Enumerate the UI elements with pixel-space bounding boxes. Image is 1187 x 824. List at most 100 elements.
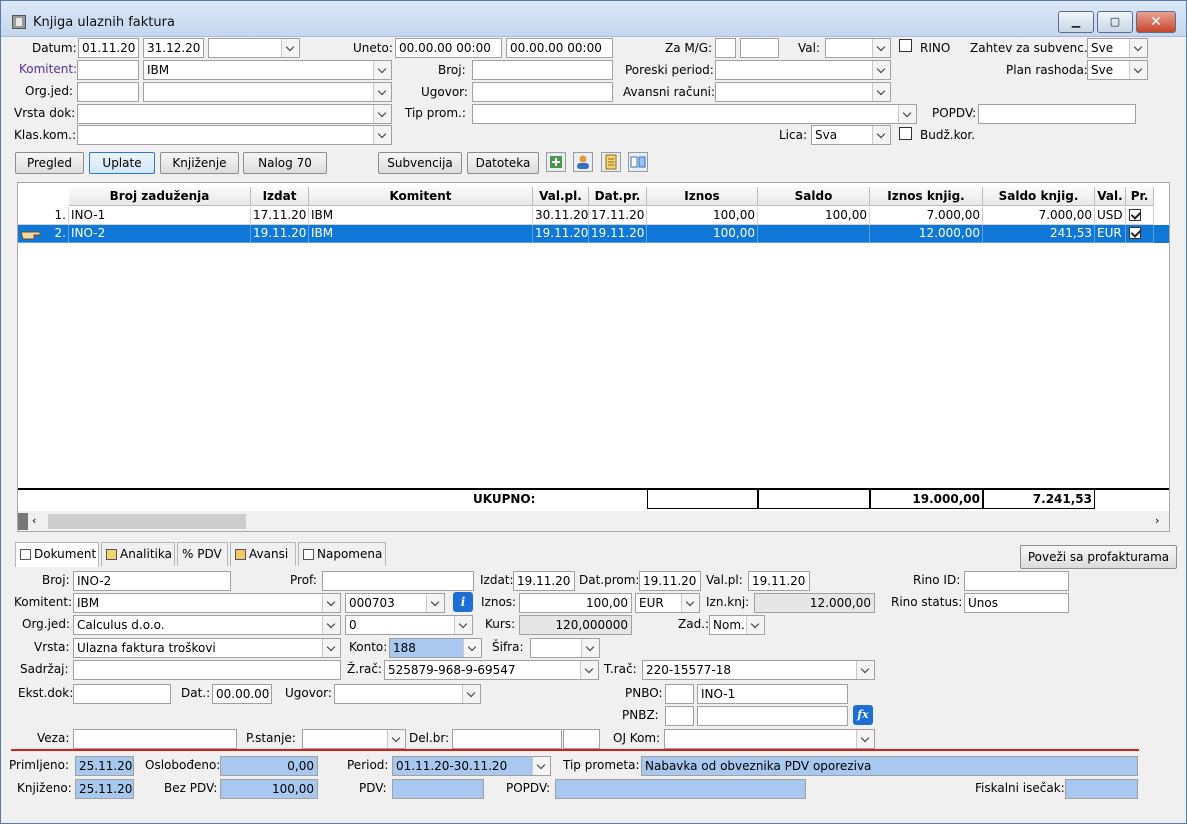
tab-avansi[interactable]: Avansi	[230, 542, 296, 566]
komitent-code-field[interactable]	[77, 60, 139, 80]
det-pnbz-field[interactable]	[697, 706, 848, 726]
horizontal-scrollbar[interactable]: ‹ ›	[18, 511, 1169, 531]
det-valpl-field[interactable]: 19.11.20	[748, 571, 810, 591]
subvencija-button[interactable]: Subvencija	[378, 152, 462, 174]
det-zrac-combo[interactable]: 525879-968-9-69547	[384, 660, 599, 680]
det-orgjed-combo[interactable]: Calculus d.o.o.	[73, 615, 341, 635]
det-zad-combo[interactable]: Nom.	[709, 615, 765, 635]
komitent-label[interactable]: Komitent:	[19, 59, 77, 79]
vrstadok-combo[interactable]	[77, 104, 392, 124]
rino-checkbox[interactable]	[899, 39, 912, 52]
orgjed-combo[interactable]	[143, 82, 392, 102]
fiskalni-field[interactable]	[1065, 779, 1138, 799]
det-iznos-field[interactable]: 100,00	[519, 593, 632, 613]
notes-icon[interactable]	[601, 152, 621, 172]
poreski-period-combo[interactable]	[715, 60, 891, 80]
user-icon[interactable]	[573, 152, 593, 172]
uneto-from-field[interactable]: 00.00.00 00:00	[395, 38, 502, 58]
det-pnbo-model-field[interactable]	[665, 684, 694, 704]
det-datprom-field[interactable]: 19.11.20	[639, 571, 701, 591]
scroll-right-icon[interactable]: ›	[1155, 514, 1159, 527]
info-icon[interactable]: i	[453, 592, 473, 612]
tipprom-combo[interactable]	[472, 104, 917, 124]
det-rinoid-field[interactable]	[964, 571, 1069, 591]
pregled-button[interactable]: Pregled	[15, 152, 84, 174]
close-button[interactable]: ✕	[1136, 11, 1176, 33]
uplate-button[interactable]: Uplate	[89, 152, 155, 174]
det-delbr-field[interactable]	[452, 729, 562, 749]
tab-dokument[interactable]: Dokument	[15, 542, 99, 567]
det-veza-field[interactable]	[73, 729, 237, 749]
det-broj-field[interactable]: INO-2	[73, 571, 231, 591]
knjizeno-field[interactable]: 25.11.20	[75, 779, 134, 799]
avansni-combo[interactable]	[715, 82, 891, 102]
datum-to-field[interactable]: 31.12.20	[143, 38, 204, 58]
scroll-left-icon[interactable]: ‹	[32, 514, 36, 527]
det-sadrzaj-field[interactable]	[73, 660, 341, 680]
table-row[interactable]: 1. INO-1 17.11.20 IBM 30.11.20 17.11.20 …	[18, 207, 1169, 225]
det-pnbz-model-field[interactable]	[665, 706, 694, 726]
det-trac-combo[interactable]: 220-15577-18	[642, 660, 875, 680]
scroll-thumb[interactable]	[48, 514, 246, 529]
col-broj-header[interactable]: Broj zaduženja	[69, 187, 251, 206]
povezi-profakture-button[interactable]: Poveži sa profakturama	[1020, 545, 1177, 569]
period-combo[interactable]: 01.11.20-30.11.20	[392, 756, 551, 776]
col-pr-header[interactable]: Pr.	[1126, 187, 1154, 206]
det-konto-combo[interactable]: 188	[389, 638, 482, 658]
det-izdat-field[interactable]: 19.11.20	[513, 571, 575, 591]
det-komitent-code-combo[interactable]: 000703	[345, 593, 445, 613]
det-ugovor-combo[interactable]	[334, 684, 481, 704]
popdv-filter-field[interactable]	[978, 104, 1136, 124]
col-komitent-header[interactable]: Komitent	[309, 187, 533, 206]
tab-napomena[interactable]: Napomena	[298, 542, 386, 566]
popdv-field[interactable]	[555, 779, 806, 799]
det-ekstdok-field[interactable]	[73, 684, 171, 704]
grid-export-icon[interactable]	[546, 152, 566, 172]
orgjed-code-field[interactable]	[77, 82, 139, 102]
pr-checkbox[interactable]	[1126, 207, 1154, 225]
col-izdat-header[interactable]: Izdat	[251, 187, 309, 206]
function-fx-icon[interactable]: fx	[853, 705, 873, 725]
knjizenje-button[interactable]: Knjiženje	[160, 152, 239, 174]
det-ojkom-combo[interactable]	[664, 729, 875, 749]
val-combo[interactable]	[825, 38, 891, 58]
klaskom-combo[interactable]	[77, 125, 392, 145]
det-prof-field[interactable]	[322, 571, 474, 591]
det-dat-field[interactable]: 00.00.00	[212, 684, 272, 704]
nalog-button[interactable]: Nalog 70	[243, 152, 327, 174]
broj-field[interactable]	[472, 60, 613, 80]
tip-prometa-field[interactable]: Nabavka od obveznika PDV oporeziva	[641, 756, 1138, 776]
det-delbr2-field[interactable]	[563, 729, 600, 749]
zamg-month-field[interactable]	[715, 38, 736, 58]
ugovor-field[interactable]	[472, 82, 613, 102]
minimize-button[interactable]: ▁	[1058, 11, 1094, 33]
col-iznosk-header[interactable]: Iznos knjig.	[870, 187, 983, 206]
datum-from-field[interactable]: 01.11.20	[78, 38, 139, 58]
col-iznos-header[interactable]: Iznos	[647, 187, 758, 206]
pr-checkbox[interactable]	[1126, 225, 1154, 243]
col-saldok-header[interactable]: Saldo knjig.	[983, 187, 1095, 206]
uneto-to-field[interactable]: 00.00.00 00:00	[506, 38, 613, 58]
pdv-field[interactable]	[392, 779, 484, 799]
datum-combo[interactable]	[208, 38, 300, 58]
col-datpr-header[interactable]: Dat.pr.	[589, 187, 647, 206]
maximize-button[interactable]: ▢	[1097, 11, 1133, 33]
det-sifra-combo[interactable]	[530, 638, 600, 658]
zahtev-combo[interactable]: Sve	[1087, 38, 1148, 58]
col-saldo-header[interactable]: Saldo	[758, 187, 870, 206]
table-row[interactable]: 2. INO-2 19.11.20 IBM 19.11.20 19.11.20 …	[18, 225, 1169, 243]
det-vrsta-combo[interactable]: Ulazna faktura troškovi	[73, 638, 341, 658]
plan-rashoda-combo[interactable]: Sve	[1087, 60, 1148, 80]
budz-checkbox[interactable]	[899, 127, 912, 140]
col-valpl-header[interactable]: Val.pl.	[533, 187, 589, 206]
lica-combo[interactable]: Sva	[811, 125, 891, 145]
det-pnbo-field[interactable]: INO-1	[697, 684, 848, 704]
primljeno-field[interactable]: 25.11.20	[75, 756, 134, 776]
datoteka-button[interactable]: Datoteka	[467, 152, 539, 174]
komitent-combo[interactable]: IBM	[143, 60, 392, 80]
col-val-header[interactable]: Val.	[1095, 187, 1126, 206]
columns-icon[interactable]	[628, 152, 648, 172]
det-komitent-combo[interactable]: IBM	[73, 593, 341, 613]
zamg-year-field[interactable]	[740, 38, 779, 58]
det-rinostatus-field[interactable]: Unos	[964, 593, 1069, 613]
